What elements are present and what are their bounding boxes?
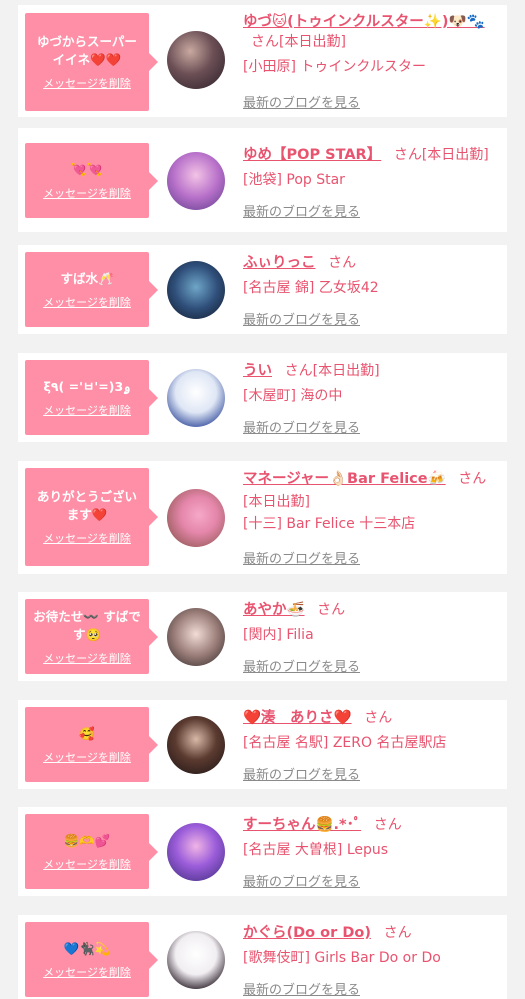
latest-blog-link[interactable]: 最新のブログを見る (243, 92, 360, 111)
message-text: お待たせ〰️ すばです🥺 (33, 608, 141, 642)
latest-blog-link[interactable]: 最新のブログを見る (243, 309, 360, 328)
list-item: 💙🐈‍⬛💫 メッセージを削除 かぐら(Do or Do) さん [歌舞伎町] G… (18, 915, 507, 999)
avatar[interactable] (167, 261, 225, 319)
shop-info: [名古屋 錦] 乙女坂42 (243, 280, 379, 296)
avatar[interactable] (167, 152, 225, 210)
avatar[interactable] (167, 369, 225, 427)
avatar[interactable] (167, 489, 225, 547)
latest-blog-link[interactable]: 最新のブログを見る (243, 201, 360, 220)
shift-status: [本日出勤] (243, 494, 310, 510)
san-suffix: さん (317, 602, 346, 618)
delete-message-link[interactable]: メッセージを削除 (43, 650, 131, 666)
message-box: ありがとうございます❤️ メッセージを削除 (25, 468, 158, 566)
shop-info: [池袋] Pop Star (243, 172, 345, 188)
list-item: ありがとうございます❤️ メッセージを削除 マネージャー👌🏻Bar Felice… (18, 461, 507, 574)
list-item: 🥰 メッセージを削除 ❤️湊 ありさ❤️ さん [名古屋 名駅] ZERO 名古… (18, 700, 507, 789)
delete-message-link[interactable]: メッセージを削除 (43, 294, 131, 310)
avatar[interactable] (167, 931, 225, 989)
list-item: ξ٩( ='ㅂ'=)ۄ3 メッセージを削除 うい さん[本日出勤] [木屋町] … (18, 353, 507, 442)
message-text: 💙🐈‍⬛💫 (63, 940, 111, 956)
latest-blog-link[interactable]: 最新のブログを見る (243, 656, 360, 675)
latest-blog-link[interactable]: 最新のブログを見る (243, 548, 360, 567)
delete-message-link[interactable]: メッセージを削除 (43, 530, 131, 546)
message-box: ξ٩( ='ㅂ'=)ۄ3 メッセージを削除 (25, 360, 158, 435)
avatar[interactable] (167, 31, 225, 89)
girl-name-link[interactable]: あやか🍜 (243, 602, 305, 618)
shift-status: [本日出勤] (312, 363, 380, 379)
san-suffix: さん (328, 255, 357, 271)
san-suffix: さん (284, 363, 313, 379)
shop-info: [名古屋 大曽根] Lepus (243, 842, 389, 858)
like-message-list: ゆづからスーパーイイネ❤️❤️ メッセージを削除 ゆづ🐱(トゥインクルスター✨)… (0, 0, 525, 999)
delete-message-link[interactable]: メッセージを削除 (43, 75, 131, 91)
san-suffix: さん (383, 925, 412, 941)
profile-info: ❤️湊 ありさ❤️ さん [名古屋 名駅] ZERO 名古屋駅店 (243, 708, 499, 754)
latest-blog-link[interactable]: 最新のブログを見る (243, 871, 360, 890)
list-item: 🍔🫶💕 メッセージを削除 すーちゃん🍔.*･ﾟ さん [名古屋 大曽根] Lep… (18, 807, 507, 896)
delete-message-link[interactable]: メッセージを削除 (43, 964, 131, 980)
message-box: すば水🥂 メッセージを削除 (25, 252, 158, 327)
message-box: 🍔🫶💕 メッセージを削除 (25, 814, 158, 889)
girl-name-link[interactable]: うい (243, 363, 272, 379)
message-box: 🥰 メッセージを削除 (25, 707, 158, 782)
message-text: ξ٩( ='ㅂ'=)ۄ3 (43, 378, 131, 394)
profile-info: かぐら(Do or Do) さん [歌舞伎町] Girls Bar Do or … (243, 923, 499, 969)
avatar[interactable] (167, 716, 225, 774)
girl-name-link[interactable]: かぐら(Do or Do) (243, 925, 371, 941)
girl-name-link[interactable]: ふぃりっこ (243, 255, 316, 271)
shift-status: [本日出勤] (421, 147, 489, 163)
message-text: 🍔🫶💕 (63, 832, 111, 848)
list-item: ゆづからスーパーイイネ❤️❤️ メッセージを削除 ゆづ🐱(トゥインクルスター✨)… (18, 5, 507, 117)
profile-info: うい さん[本日出勤] [木屋町] 海の中 (243, 361, 499, 407)
shop-info: [小田原] トゥインクルスター (243, 59, 426, 75)
message-text: ゆづからスーパーイイネ❤️❤️ (37, 34, 137, 67)
profile-info: あやか🍜 さん [関内] Filia (243, 600, 499, 646)
shop-info: [木屋町] 海の中 (243, 388, 343, 404)
shop-info: [十三] Bar Felice 十三本店 (243, 516, 416, 532)
latest-blog-link[interactable]: 最新のブログを見る (243, 764, 360, 783)
message-box: 💙🐈‍⬛💫 メッセージを削除 (25, 922, 158, 997)
message-text: ありがとうございます❤️ (36, 489, 137, 522)
girl-name-link[interactable]: マネージャー👌🏻Bar Felice🍻 (243, 471, 446, 487)
message-text: 🥰 (79, 725, 95, 741)
message-text: すば水🥂 (60, 270, 114, 286)
shop-info: [歌舞伎町] Girls Bar Do or Do (243, 950, 441, 966)
san-suffix: さん (373, 817, 402, 833)
san-suffix: さん (458, 471, 487, 487)
shop-info: [名古屋 名駅] ZERO 名古屋駅店 (243, 735, 447, 751)
profile-info: ゆづ🐱(トゥインクルスター✨)🐶🐾 さん[本日出勤] [小田原] トゥインクルス… (243, 12, 499, 78)
san-suffix: さん (364, 710, 393, 726)
san-suffix: さん (251, 34, 279, 50)
delete-message-link[interactable]: メッセージを削除 (43, 402, 131, 418)
girl-name-link[interactable]: ❤️湊 ありさ❤️ (243, 710, 352, 726)
girl-name-link[interactable]: すーちゃん🍔.*･ﾟ (243, 817, 361, 833)
san-suffix: さん (393, 147, 422, 163)
shop-info: [関内] Filia (243, 627, 314, 643)
profile-info: ゆめ【POP STAR】 さん[本日出勤] [池袋] Pop Star (243, 145, 499, 191)
avatar[interactable] (167, 608, 225, 666)
message-box: お待たせ〰️ すばです🥺 メッセージを削除 (25, 599, 158, 674)
list-item: 💘💘 メッセージを削除 ゆめ【POP STAR】 さん[本日出勤] [池袋] P… (18, 128, 507, 232)
latest-blog-link[interactable]: 最新のブログを見る (243, 417, 360, 436)
delete-message-link[interactable]: メッセージを削除 (43, 856, 131, 872)
message-box: 💘💘 メッセージを削除 (25, 143, 158, 218)
delete-message-link[interactable]: メッセージを削除 (43, 185, 131, 201)
message-text: 💘💘 (71, 161, 103, 177)
profile-info: すーちゃん🍔.*･ﾟ さん [名古屋 大曽根] Lepus (243, 815, 499, 861)
girl-name-link[interactable]: ゆめ【POP STAR】 (243, 147, 381, 163)
girl-name-link[interactable]: ゆづ🐱(トゥインクルスター✨)🐶🐾 (243, 14, 485, 30)
latest-blog-link[interactable]: 最新のブログを見る (243, 979, 360, 998)
list-item: すば水🥂 メッセージを削除 ふぃりっこ さん [名古屋 錦] 乙女坂42 最新の… (18, 245, 507, 334)
list-item: お待たせ〰️ すばです🥺 メッセージを削除 あやか🍜 さん [関内] Filia… (18, 592, 507, 681)
shift-status: [本日出勤] (279, 34, 346, 50)
delete-message-link[interactable]: メッセージを削除 (43, 749, 131, 765)
avatar[interactable] (167, 823, 225, 881)
profile-info: ふぃりっこ さん [名古屋 錦] 乙女坂42 (243, 253, 499, 299)
profile-info: マネージャー👌🏻Bar Felice🍻 さん [本日出勤] [十三] Bar F… (243, 469, 499, 535)
message-box: ゆづからスーパーイイネ❤️❤️ メッセージを削除 (25, 13, 158, 111)
